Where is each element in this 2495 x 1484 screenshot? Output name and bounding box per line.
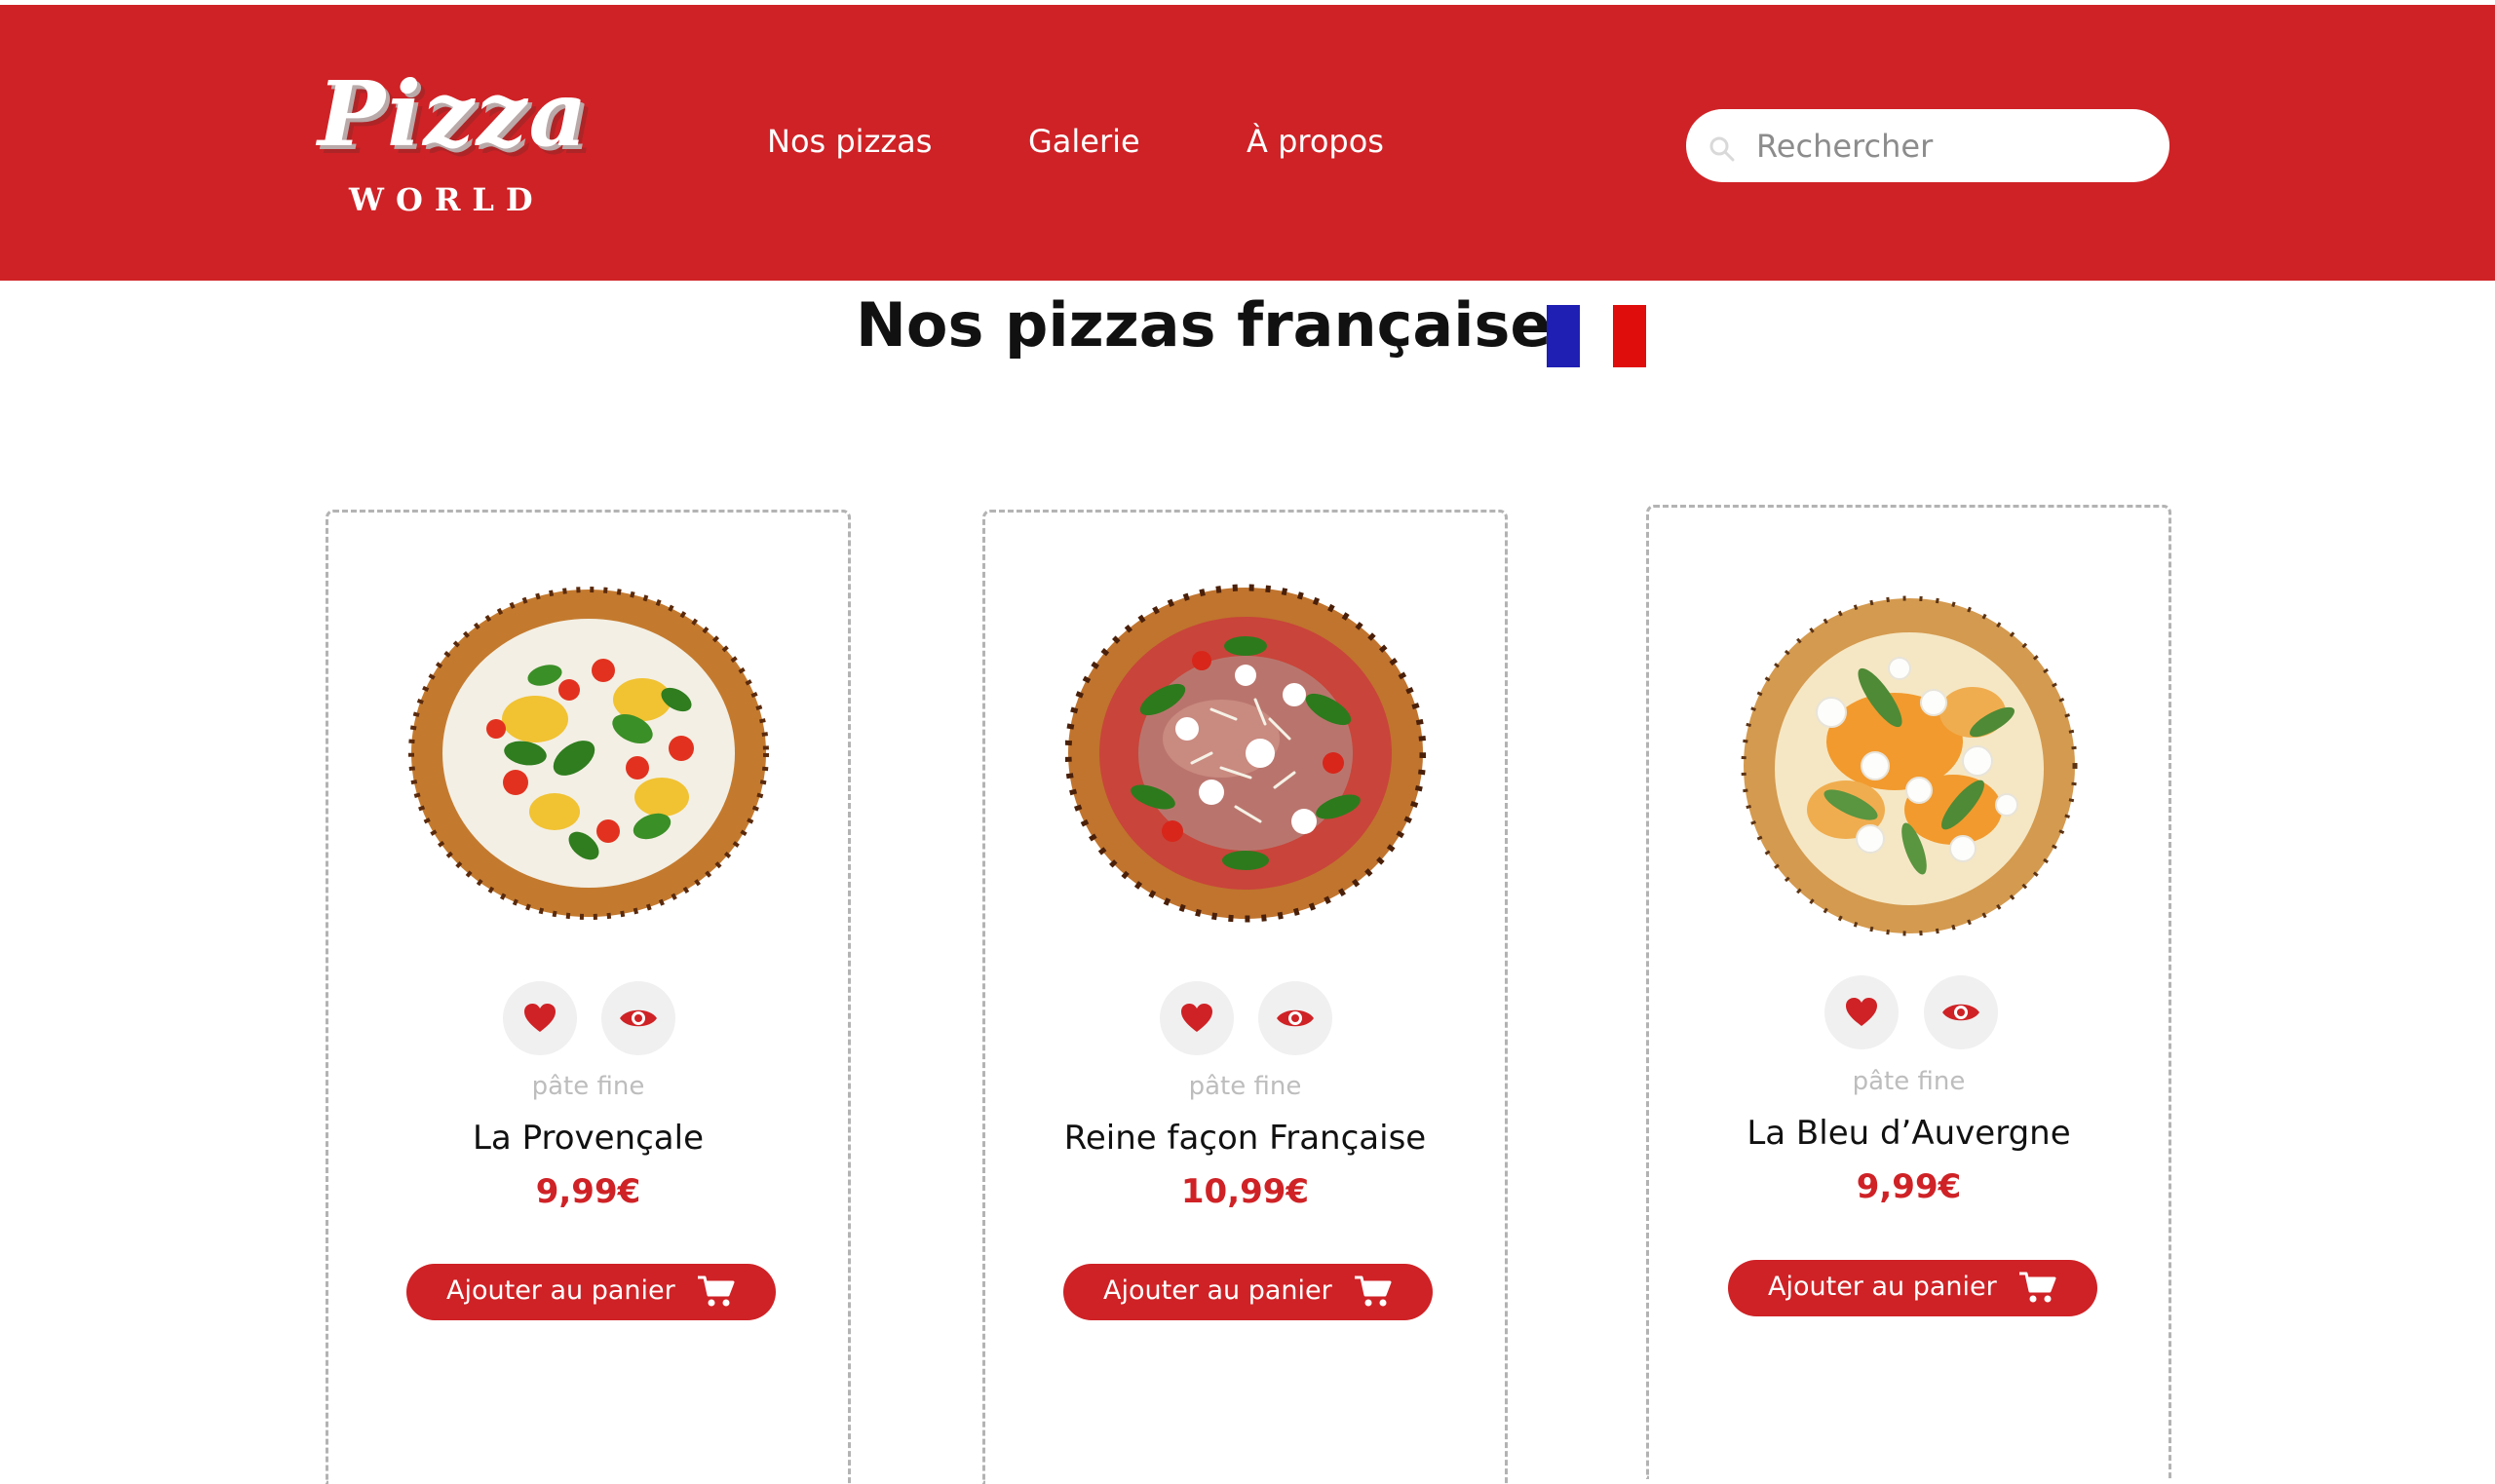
view-button[interactable] <box>601 981 675 1055</box>
nav-link-nos-pizzas[interactable]: Nos pizzas <box>767 123 932 160</box>
crust-label: pâte fine <box>1188 1072 1302 1101</box>
flag-white-band <box>1580 305 1613 367</box>
add-to-cart-label: Ajouter au panier <box>446 1275 675 1306</box>
search-input[interactable] <box>1754 123 2148 170</box>
flag-red-band <box>1613 305 1646 367</box>
add-to-cart-label: Ajouter au panier <box>1103 1275 1332 1306</box>
view-button[interactable] <box>1258 981 1332 1055</box>
product-name: La Provençale <box>472 1119 704 1158</box>
product-card: pâte fine La Provençale 9,99€ Ajouter au… <box>326 510 851 1484</box>
product-price: 10,99€ <box>1180 1172 1310 1211</box>
heart-icon <box>1181 1004 1212 1032</box>
site-header: Pizza WORLD Nos pizzas Galerie À propos <box>0 5 2495 281</box>
nav-link-a-propos[interactable]: À propos <box>1247 123 1384 160</box>
page-title: Nos pizzas françaises <box>856 289 1588 361</box>
flag-blue-band <box>1547 305 1580 367</box>
add-to-cart-label: Ajouter au panier <box>1768 1272 1997 1302</box>
search-box <box>1686 109 2169 182</box>
favorite-button[interactable] <box>1160 981 1234 1055</box>
pizza-image <box>1064 584 1426 923</box>
cart-icon <box>2019 1272 2056 1303</box>
favorite-button[interactable] <box>1824 975 1899 1049</box>
product-price: 9,99€ <box>1856 1167 1962 1206</box>
cart-icon <box>698 1275 735 1307</box>
add-to-cart-button[interactable]: Ajouter au panier <box>1063 1264 1433 1320</box>
cart-icon <box>1355 1275 1392 1307</box>
favorite-button[interactable] <box>503 981 577 1055</box>
crust-label: pâte fine <box>1852 1067 1966 1096</box>
pizza-image <box>1741 595 2077 936</box>
product-card: pâte fine La Bleu d’Auvergne 9,99€ Ajout… <box>1646 505 2171 1479</box>
heart-icon <box>1846 998 1877 1026</box>
add-to-cart-button[interactable]: Ajouter au panier <box>1728 1260 2097 1316</box>
heart-icon <box>524 1004 556 1032</box>
add-to-cart-button[interactable]: Ajouter au panier <box>406 1264 776 1320</box>
search-icon <box>1709 136 1735 162</box>
crust-label: pâte fine <box>531 1072 645 1101</box>
product-price: 9,99€ <box>535 1172 641 1211</box>
eye-icon <box>1942 1004 1979 1021</box>
pizza-image <box>407 587 769 920</box>
nav-link-galerie[interactable]: Galerie <box>1028 123 1140 160</box>
product-card: pâte fine Reine façon Française 10,99€ A… <box>982 510 1508 1484</box>
product-name: La Bleu d’Auvergne <box>1746 1114 2071 1153</box>
eye-icon <box>620 1009 657 1027</box>
french-flag <box>1547 305 1648 367</box>
view-button[interactable] <box>1924 975 1998 1049</box>
eye-icon <box>1277 1009 1314 1027</box>
product-name: Reine façon Française <box>1063 1119 1427 1158</box>
